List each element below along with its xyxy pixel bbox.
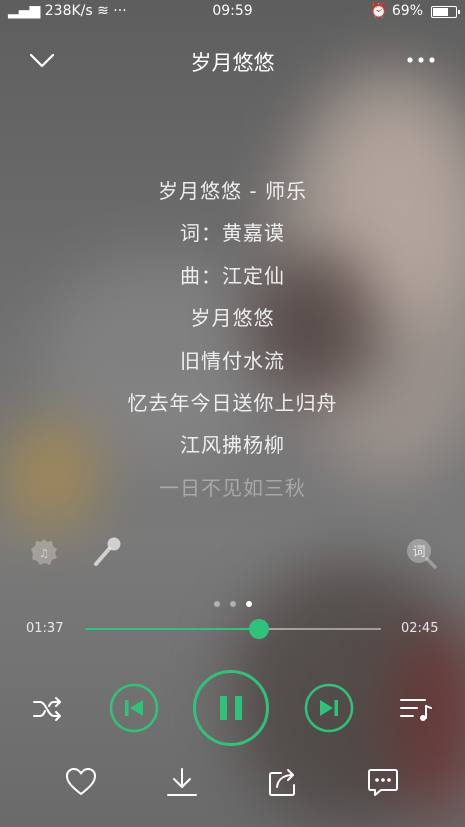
- shuffle-icon[interactable]: [31, 694, 65, 724]
- microphone-icon[interactable]: [90, 535, 124, 569]
- elapsed-time: 01:37: [26, 621, 64, 636]
- alarm-battery-text: ⏰ 69%: [370, 3, 423, 19]
- battery-icon: [431, 6, 460, 18]
- playlist-icon[interactable]: [399, 694, 433, 724]
- status-bar: ▂▄▆ 238K/s ≋ ··· 09:59 ⏰ 69%: [0, 0, 465, 24]
- svg-text:♫: ♫: [39, 547, 49, 560]
- comment-icon[interactable]: [366, 766, 400, 798]
- heart-icon[interactable]: [64, 766, 98, 798]
- song-title: 岁月悠悠: [190, 51, 275, 75]
- more-icon[interactable]: [405, 46, 437, 74]
- lyric-line: 词：黄嘉谟: [180, 221, 285, 246]
- page-dot: [245, 601, 252, 607]
- lyric-line: 旧情付水流: [180, 348, 285, 373]
- next-icon[interactable]: [304, 683, 354, 733]
- page-dot: [229, 601, 236, 607]
- progress-bar[interactable]: [85, 619, 381, 639]
- page-dot: [213, 601, 220, 607]
- lyric-search-glyph: 词: [412, 545, 425, 560]
- player-header: 岁月悠悠: [0, 40, 465, 80]
- lyric-line: 江风拂杨柳: [180, 433, 285, 458]
- progress-knob[interactable]: [249, 619, 270, 639]
- previous-icon[interactable]: [109, 683, 159, 733]
- lyric-line: 一日不见如三秋: [159, 475, 306, 500]
- download-icon[interactable]: [165, 766, 199, 798]
- share-icon[interactable]: [266, 766, 300, 798]
- pause-icon[interactable]: [192, 669, 270, 747]
- lyric-line: 岁月悠悠: [190, 306, 275, 331]
- lyric-line: 忆去年今日送你上归舟: [127, 390, 338, 415]
- lyrics-panel[interactable]: 岁月悠悠 - 师乐 词：黄嘉谟 曲：江定仙 岁月悠悠 旧情付水流 忆去年今日送你…: [0, 170, 465, 509]
- page-indicator: [0, 592, 465, 611]
- lyric-line: 曲：江定仙: [180, 263, 285, 288]
- lyric-line: 岁月悠悠 - 师乐: [158, 179, 307, 203]
- total-time: 02:45: [401, 621, 439, 636]
- effect-icon[interactable]: ♫: [28, 536, 60, 568]
- progress-played: [85, 628, 260, 630]
- lyric-search-icon[interactable]: 词: [404, 536, 438, 570]
